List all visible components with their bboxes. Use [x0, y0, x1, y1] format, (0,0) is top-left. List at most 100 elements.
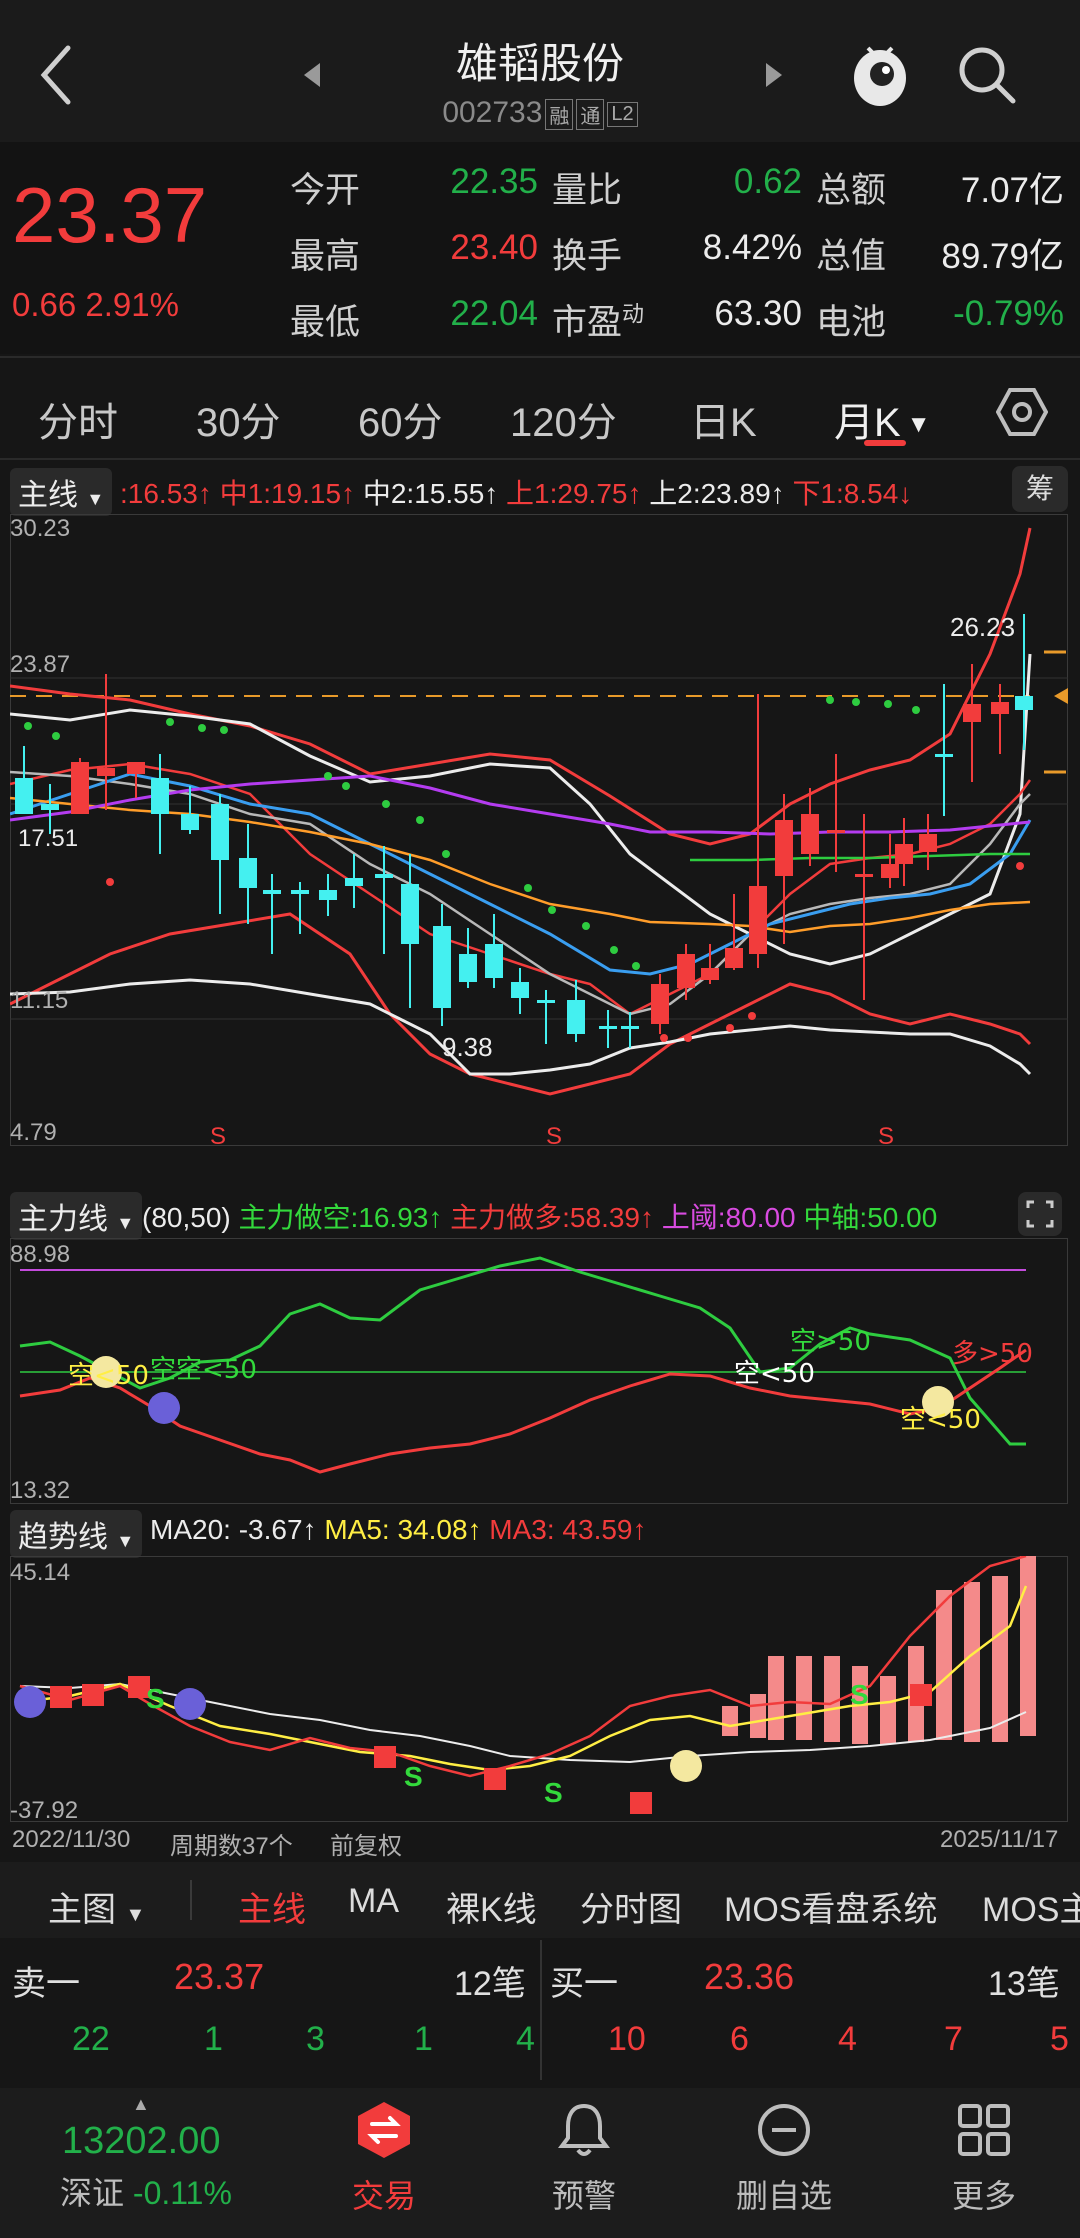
high-price-label: 26.23	[950, 612, 1015, 642]
force-y-top: 88.98	[10, 1241, 70, 1268]
minus-circle-icon	[758, 2104, 810, 2156]
subtab-ma[interactable]: MA	[348, 1882, 399, 1921]
volume-ratio-label: 量比	[552, 171, 623, 210]
stock-name: 雄韬股份	[455, 40, 624, 87]
candle-body	[15, 778, 33, 814]
chip-distribution-button[interactable]: 筹	[1012, 466, 1068, 512]
force-annotation: 空空<50	[150, 1355, 257, 1385]
nav-more[interactable]: 更多	[914, 2100, 1054, 2217]
subtab-intraday-chart[interactable]: 分时图	[580, 1882, 682, 1931]
force-indicator-selector[interactable]: 主力线 ▼	[10, 1192, 143, 1240]
price-change: 0.66 2.91%	[12, 286, 179, 324]
subtab-mainline[interactable]: 主线	[238, 1882, 306, 1931]
force-annotation: 空>50	[790, 1327, 871, 1357]
sector-label[interactable]: 电池	[816, 294, 886, 345]
adjust-mode[interactable]: 前复权	[330, 1826, 402, 1861]
end-date: 2025/11/17	[940, 1826, 1059, 1853]
connect-tag: 通	[576, 98, 605, 130]
bid-qty: 4	[838, 2020, 857, 2058]
main-indicator-values: :16.53↑ 中1:19.15↑ 中2:15.55↑ 上1:29.75↑ 上2…	[120, 472, 912, 512]
force-annotation: 多>50	[952, 1339, 1033, 1369]
mascot-icon[interactable]	[848, 40, 912, 110]
force-line-chart[interactable]: 空<50 空空<50 空<50 空>50 多>50 空<50 88.98 13.…	[10, 1238, 1068, 1504]
candle-body	[97, 768, 115, 776]
candle-body	[725, 948, 743, 968]
trend-val-0: MA20: -3.67↑	[150, 1514, 317, 1545]
main-val-4: 上2:23.89↑	[649, 478, 785, 509]
subtab-mos-main[interactable]: MOS主	[982, 1882, 1080, 1931]
bid1-count: 13笔	[988, 1965, 1060, 2003]
candle-body	[567, 1000, 585, 1034]
candle-body	[319, 890, 337, 900]
tab-intraday[interactable]: 分时	[38, 390, 118, 448]
candle-body	[485, 944, 503, 978]
candle-body	[599, 1026, 617, 1029]
divider	[0, 458, 1080, 460]
trend-chart[interactable]: S S S S 45.14 -37.92	[10, 1556, 1068, 1822]
main-val-0: :16.53↑	[120, 478, 212, 509]
ask-qty: 1	[414, 2020, 433, 2058]
force-indicator-label: 主力线	[18, 1203, 108, 1236]
ask-qty: 4	[516, 2020, 535, 2058]
candle-body	[749, 886, 767, 954]
nav-trade[interactable]: 交易	[314, 2100, 454, 2217]
low-label: 最低	[290, 303, 361, 342]
ask1-label: 卖一	[12, 1965, 80, 2003]
main-indicator-selector[interactable]: 主线 ▼	[10, 468, 113, 516]
candle-body	[181, 814, 199, 830]
candle-body	[151, 778, 169, 814]
tab-60min[interactable]: 60分	[358, 390, 443, 448]
candle-body	[801, 814, 819, 854]
caret-down-icon: ▼	[125, 1904, 146, 1926]
nav-remove-watchlist[interactable]: 删自选	[714, 2100, 854, 2217]
divider	[190, 1880, 192, 1920]
tab-daily-k[interactable]: 日K	[690, 390, 757, 448]
bid1-label: 买一	[550, 1965, 618, 2003]
nav-alert[interactable]: 预警	[514, 2100, 654, 2217]
svg-text:S: S	[404, 1761, 423, 1792]
subtab-mos-system[interactable]: MOS看盘系统	[724, 1882, 937, 1931]
trend-indicator-selector[interactable]: 趋势线 ▼	[10, 1510, 143, 1558]
bid-qty: 5	[1050, 2020, 1069, 2058]
trend-indicator-values: MA20: -3.67↑ MA5: 34.08↑ MA3: 43.59↑	[150, 1514, 647, 1546]
svg-text:S: S	[544, 1777, 563, 1808]
ask-qty: 22	[72, 2020, 110, 2058]
main-indicator-label: 主线	[18, 479, 78, 512]
candle-body	[963, 704, 981, 722]
search-icon[interactable]	[956, 44, 1018, 106]
tab-30min[interactable]: 30分	[196, 390, 281, 448]
candle-body	[991, 702, 1009, 714]
main-chart-selector[interactable]: 主图 ▼	[48, 1882, 145, 1931]
index-value[interactable]: 13202.00	[62, 2120, 221, 2163]
low-price-label: 9.38	[442, 1032, 493, 1062]
trend-val-2: MA3: 43.59↑	[489, 1514, 647, 1545]
margin-tag: 融	[545, 98, 574, 130]
candle-body	[855, 874, 873, 877]
ask-qty: 1	[204, 2020, 223, 2058]
candle-body	[239, 858, 257, 888]
index-name-change: 深证 -0.11%	[60, 2168, 232, 2214]
left-price-label: 17.51	[18, 825, 78, 852]
market-cap-label: 总值	[816, 237, 887, 276]
next-stock-icon[interactable]	[762, 60, 786, 90]
subtab-naked-k[interactable]: 裸K线	[446, 1882, 537, 1931]
pe-dynamic-sup: 动	[622, 301, 645, 327]
force-params: (80,50)	[142, 1202, 231, 1233]
stock-code: 002733	[442, 96, 543, 129]
candle-body	[71, 762, 89, 814]
nav-remove-watchlist-label: 删自选	[735, 2178, 832, 2214]
candle-body	[511, 982, 529, 998]
main-val-2: 中2:15.55↑	[362, 478, 499, 509]
bell-icon	[558, 2103, 610, 2156]
ask1-count: 12笔	[454, 1965, 526, 2003]
force-val-2: 上阈:80.00	[661, 1202, 796, 1233]
low-value: 22.04	[450, 294, 538, 333]
settings-hexagon-icon[interactable]	[996, 386, 1048, 438]
candle-body	[127, 762, 145, 774]
svg-text:S: S	[146, 1683, 165, 1714]
sell-marker: S	[878, 1123, 894, 1146]
trend-indicator-label: 趋势线	[18, 1521, 108, 1554]
expand-icon[interactable]	[1018, 1192, 1062, 1236]
main-kline-chart[interactable]: 30.23 23.87 11.15 4.79 17.51 26.23 9.38 …	[10, 514, 1068, 1146]
tab-120min[interactable]: 120分	[510, 390, 617, 448]
